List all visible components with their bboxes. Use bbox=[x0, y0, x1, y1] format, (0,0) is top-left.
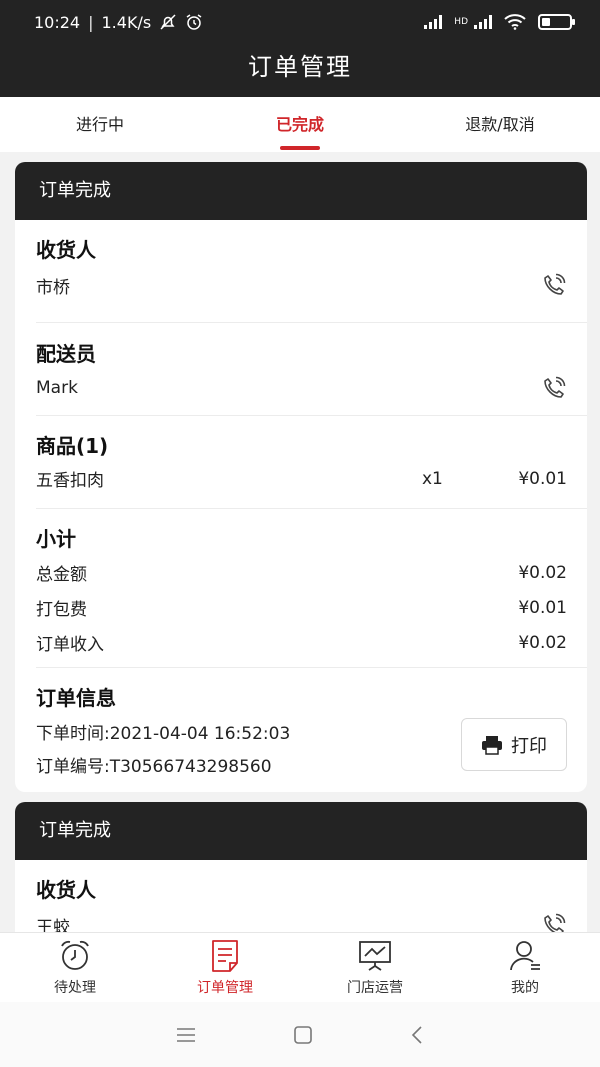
goods-price: ¥0.01 bbox=[518, 468, 567, 489]
receiver-section: 收货人 市桥 bbox=[15, 220, 587, 322]
order-time: 下单时间:2021-04-04 16:52:03 bbox=[36, 724, 291, 744]
order-card: 订单完成 收货人 王蛟 bbox=[15, 802, 587, 932]
subtotal-value: ¥0.01 bbox=[518, 597, 567, 618]
order-info-section: 订单信息 下单时间:2021-04-04 16:52:03 订单编号:T3056… bbox=[15, 668, 587, 792]
subtotal-row: 订单收入 ¥0.02 bbox=[36, 630, 567, 656]
nav-order-management-label: 订单管理 bbox=[197, 980, 253, 996]
bottom-nav: 待处理 订单管理 门店运营 我的 bbox=[0, 932, 600, 1002]
tab-completed[interactable]: 已完成 bbox=[200, 97, 400, 152]
print-label: 打印 bbox=[511, 735, 547, 757]
receiver-title: 收货人 bbox=[36, 238, 96, 262]
nav-pending-label: 待处理 bbox=[54, 980, 96, 996]
signal-icon bbox=[424, 15, 443, 29]
status-time: 10:24 bbox=[34, 12, 81, 32]
menu-icon[interactable] bbox=[175, 1027, 197, 1043]
order-status-header: 订单完成 bbox=[15, 162, 587, 220]
goods-section: 商品(1) 五香扣肉 x1 ¥0.01 bbox=[15, 416, 587, 508]
goods-qty: x1 bbox=[422, 468, 443, 489]
alarm-clock-icon bbox=[61, 940, 89, 970]
alarm-icon bbox=[186, 14, 202, 30]
subtotal-section: 小计 总金额 ¥0.02 打包费 ¥0.01 订单收入 ¥0.02 bbox=[15, 509, 587, 667]
receiver-title: 收货人 bbox=[36, 878, 96, 902]
receiver-section: 收货人 王蛟 bbox=[15, 860, 587, 932]
receiver-name: 市桥 bbox=[36, 277, 70, 298]
tab-in-progress[interactable]: 进行中 bbox=[0, 97, 200, 152]
subtotal-value: ¥0.02 bbox=[518, 562, 567, 583]
order-card: 订单完成 收货人 市桥 配送员 Mark 商品(1) 五香扣肉 x1 ¥0.01… bbox=[15, 162, 587, 792]
subtotal-label: 订单收入 bbox=[36, 635, 104, 655]
subtotal-value: ¥0.02 bbox=[518, 632, 567, 653]
network-speed: 1.4K/s bbox=[101, 12, 152, 32]
courier-name: Mark bbox=[36, 378, 78, 398]
user-icon bbox=[510, 941, 540, 971]
subtotal-label: 打包费 bbox=[36, 600, 87, 620]
goods-name: 五香扣肉 bbox=[36, 471, 104, 491]
goods-title: 商品(1) bbox=[36, 434, 109, 458]
mute-notification-icon bbox=[160, 14, 176, 30]
call-receiver-icon[interactable] bbox=[541, 912, 567, 932]
nav-mine-label: 我的 bbox=[511, 980, 539, 996]
page-title: 订单管理 bbox=[248, 53, 352, 81]
order-list[interactable]: 订单完成 收货人 市桥 配送员 Mark 商品(1) 五香扣肉 x1 ¥0.01… bbox=[0, 152, 600, 932]
system-nav-bar bbox=[0, 1002, 600, 1067]
subtotal-title: 小计 bbox=[36, 527, 76, 551]
courier-section: 配送员 Mark bbox=[15, 323, 587, 415]
courier-title: 配送员 bbox=[36, 342, 96, 366]
order-number: 订单编号:T30566743298560 bbox=[36, 757, 272, 777]
printer-icon bbox=[482, 735, 502, 755]
status-separator: | bbox=[88, 12, 94, 32]
tab-refund-cancel[interactable]: 退款/取消 bbox=[400, 97, 600, 152]
subtotal-label: 总金额 bbox=[36, 565, 87, 585]
status-bar: 10:24 | 1.4K/s HD bbox=[0, 0, 600, 44]
print-button[interactable]: 打印 bbox=[461, 718, 567, 771]
signal-icon-2 bbox=[474, 15, 492, 29]
order-tabs: 进行中 已完成 退款/取消 bbox=[0, 97, 600, 152]
call-courier-icon[interactable] bbox=[541, 375, 567, 401]
home-icon[interactable] bbox=[292, 1024, 314, 1046]
nav-pending[interactable]: 待处理 bbox=[0, 933, 150, 1002]
subtotal-row: 总金额 ¥0.02 bbox=[36, 560, 567, 586]
order-list-icon bbox=[212, 940, 238, 972]
back-icon[interactable] bbox=[409, 1024, 425, 1046]
nav-store-operation[interactable]: 门店运营 bbox=[300, 933, 450, 1002]
store-chart-icon bbox=[359, 941, 391, 971]
hd-badge: HD bbox=[454, 16, 468, 27]
nav-store-operation-label: 门店运营 bbox=[347, 980, 403, 996]
receiver-name: 王蛟 bbox=[36, 917, 70, 933]
goods-row: 五香扣肉 x1 ¥0.01 bbox=[36, 466, 567, 492]
nav-mine[interactable]: 我的 bbox=[450, 933, 600, 1002]
order-status-header: 订单完成 bbox=[15, 802, 587, 860]
battery-icon bbox=[538, 14, 575, 30]
nav-order-management[interactable]: 订单管理 bbox=[150, 933, 300, 1002]
order-info-title: 订单信息 bbox=[36, 686, 116, 710]
subtotal-row: 打包费 ¥0.01 bbox=[36, 595, 567, 621]
wifi-icon bbox=[504, 14, 526, 30]
top-bar: 10:24 | 1.4K/s HD 订单管理 bbox=[0, 0, 600, 97]
call-receiver-icon[interactable] bbox=[541, 272, 567, 298]
